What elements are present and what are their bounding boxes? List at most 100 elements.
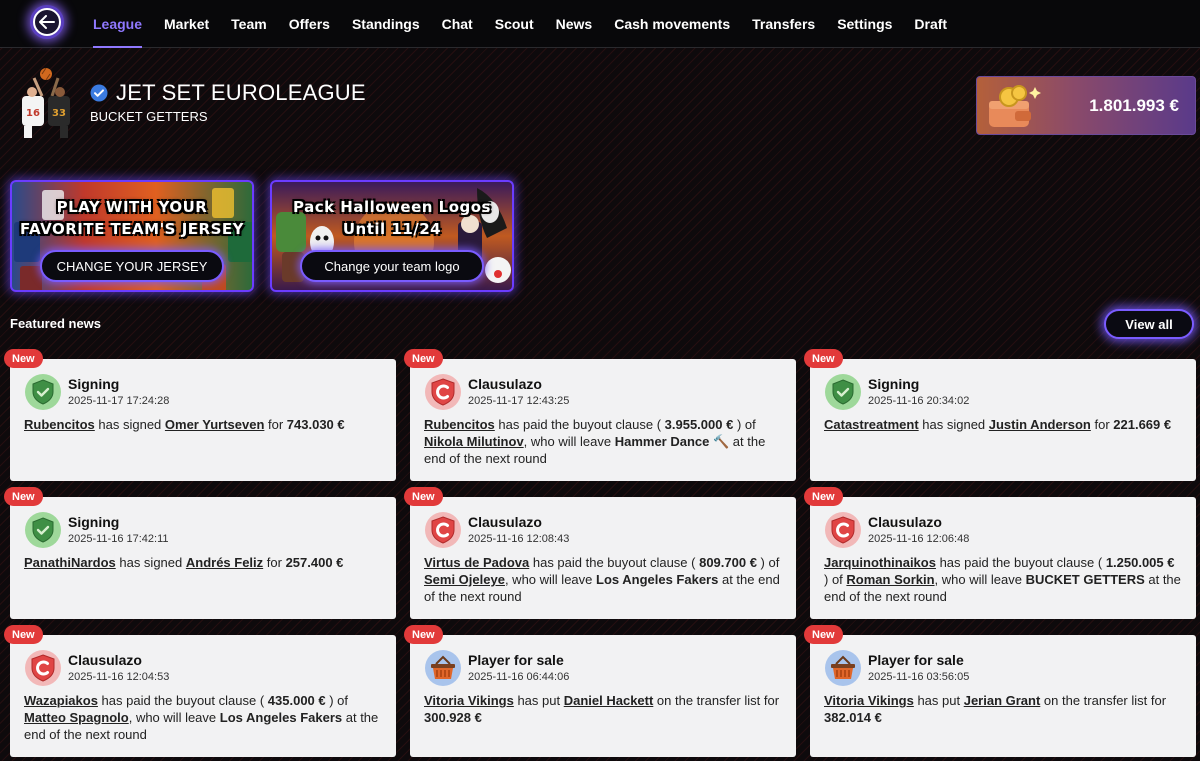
tab-settings[interactable]: Settings xyxy=(826,0,903,48)
shield-check-icon xyxy=(24,373,62,411)
basket-icon xyxy=(824,649,862,687)
news-body: Virtus de Padova has paid the buyout cla… xyxy=(424,554,782,605)
news-timestamp: 2025-11-16 12:08:43 xyxy=(468,533,570,545)
news-text: has paid the buyout clause ( xyxy=(529,555,700,570)
news-highlight: Hammer Dance 🔨 xyxy=(614,434,730,449)
news-type: Signing xyxy=(868,376,920,392)
news-body: Catastreatment has signed Justin Anderso… xyxy=(824,416,1182,433)
tab-team[interactable]: Team xyxy=(220,0,278,48)
news-link[interactable]: Semi Ojeleye xyxy=(424,572,505,587)
verified-icon xyxy=(90,84,108,102)
news-timestamp: 2025-11-17 12:43:25 xyxy=(468,395,570,407)
change-jersey-button[interactable]: CHANGE YOUR JERSEY xyxy=(40,250,224,282)
new-badge: New xyxy=(804,625,843,644)
news-link[interactable]: Vitoria Vikings xyxy=(824,693,914,708)
svg-text:16: 16 xyxy=(26,108,40,119)
tab-transfers[interactable]: Transfers xyxy=(741,0,826,48)
news-type: Signing xyxy=(68,376,120,392)
news-text: has signed xyxy=(115,555,186,570)
change-logo-button[interactable]: Change your team logo xyxy=(300,250,484,282)
balance-card[interactable]: 1.801.993 € xyxy=(976,76,1196,135)
news-text: has signed xyxy=(918,417,989,432)
tab-news[interactable]: News xyxy=(545,0,604,48)
tab-league[interactable]: League xyxy=(82,0,153,48)
tab-cash-movements[interactable]: Cash movements xyxy=(603,0,741,48)
news-highlight: 1.250.005 € xyxy=(1105,555,1175,570)
tab-offers[interactable]: Offers xyxy=(278,0,341,48)
news-type: Clausulazo xyxy=(468,376,542,392)
news-type: Player for sale xyxy=(868,652,964,668)
league-title-row: JET SET EUROLEAGUE xyxy=(90,80,366,106)
news-link[interactable]: Roman Sorkin xyxy=(846,572,934,587)
team-name: BUCKET GETTERS xyxy=(90,109,208,124)
news-card[interactable]: New Clausulazo 2025-11-17 12:43:25 Rubencit… xyxy=(404,349,796,481)
news-link[interactable]: Jerian Grant xyxy=(964,693,1041,708)
league-title: JET SET EUROLEAGUE xyxy=(116,80,366,105)
news-link[interactable]: Daniel Hackett xyxy=(564,693,654,708)
news-card[interactable]: New Signing 2025-11-16 20:34:02 Catastreatm… xyxy=(804,349,1196,481)
new-badge: New xyxy=(4,349,43,368)
news-card[interactable]: New Clausulazo 2025-11-16 12:06:48 Jarquino… xyxy=(804,487,1196,619)
news-card[interactable]: New Clausulazo 2025-11-16 12:08:43 Virtus d… xyxy=(404,487,796,619)
tab-draft[interactable]: Draft xyxy=(903,0,958,48)
tab-standings[interactable]: Standings xyxy=(341,0,431,48)
new-badge: New xyxy=(404,625,443,644)
news-card[interactable]: New Player for sale 2025-11-16 06:44:06 Vit… xyxy=(404,625,796,757)
news-link[interactable]: Virtus de Padova xyxy=(424,555,529,570)
featured-news-heading: Featured news xyxy=(10,316,102,331)
news-text: has paid the buyout clause ( xyxy=(935,555,1106,570)
news-text: , who will leave xyxy=(504,572,596,587)
new-badge: New xyxy=(804,349,843,368)
news-body: Jarquinothinaikos has paid the buyout cl… xyxy=(824,554,1182,605)
jersey-banner-title: PLAY WITH YOUR FAVORITE TEAM'S JERSEY xyxy=(20,198,244,238)
news-card[interactable]: New Player for sale 2025-11-16 03:56:05 Vit… xyxy=(804,625,1196,757)
news-link[interactable]: Rubencitos xyxy=(424,417,495,432)
news-type: Signing xyxy=(68,514,120,530)
top-nav: League Market Team Offers Standings Chat Scout… xyxy=(0,0,1200,48)
tab-chat[interactable]: Chat xyxy=(431,0,484,48)
news-link[interactable]: PanathiNardos xyxy=(24,555,116,570)
tab-market[interactable]: Market xyxy=(153,0,220,48)
jersey-banner[interactable]: PLAY WITH YOUR FAVORITE TEAM'S JERSEY CH… xyxy=(10,180,254,292)
news-highlight: 221.669 € xyxy=(1113,417,1172,432)
news-card[interactable]: New Clausulazo 2025-11-16 12:04:53 Wazapiak… xyxy=(4,625,396,757)
clause-shield-icon xyxy=(824,511,862,549)
news-highlight: BUCKET GETTERS xyxy=(1025,572,1145,587)
news-body: Rubencitos has paid the buyout clause ( … xyxy=(424,416,782,467)
news-link[interactable]: Wazapiakos xyxy=(24,693,98,708)
halloween-banner[interactable]: Pack Halloween Logos Until 11/24 Change … xyxy=(270,180,514,292)
news-text: has put xyxy=(513,693,564,708)
wallet-icon xyxy=(985,83,1043,131)
news-body: Vitoria Vikings has put Jerian Grant on … xyxy=(824,692,1182,726)
news-text: , who will leave xyxy=(128,710,220,725)
news-link[interactable]: Jarquinothinaikos xyxy=(824,555,936,570)
arrow-left-icon xyxy=(33,8,61,36)
news-link[interactable]: Andrés Feliz xyxy=(186,555,263,570)
svg-text:33: 33 xyxy=(52,108,66,119)
news-highlight: Los Angeles Fakers xyxy=(219,710,343,725)
news-text: has paid the buyout clause ( xyxy=(494,417,665,432)
news-type: Clausulazo xyxy=(468,514,542,530)
news-timestamp: 2025-11-17 17:24:28 xyxy=(68,395,170,407)
news-link[interactable]: Catastreatment xyxy=(824,417,919,432)
news-timestamp: 2025-11-16 20:34:02 xyxy=(868,395,970,407)
tab-scout[interactable]: Scout xyxy=(484,0,545,48)
news-type: Clausulazo xyxy=(68,652,142,668)
clause-shield-icon xyxy=(424,511,462,549)
news-link[interactable]: Vitoria Vikings xyxy=(424,693,514,708)
news-body: Wazapiakos has paid the buyout clause ( … xyxy=(24,692,382,743)
news-link[interactable]: Omer Yurtseven xyxy=(165,417,264,432)
news-card[interactable]: New Signing 2025-11-16 17:42:11 PanathiNard… xyxy=(4,487,396,619)
news-highlight: 3.955.000 € xyxy=(664,417,734,432)
back-button[interactable] xyxy=(30,5,64,39)
news-timestamp: 2025-11-16 17:42:11 xyxy=(68,533,169,545)
news-link[interactable]: Rubencitos xyxy=(24,417,95,432)
shield-check-icon xyxy=(824,373,862,411)
news-link[interactable]: Nikola Milutinov xyxy=(424,434,524,449)
news-text: ) of xyxy=(824,572,847,587)
view-all-button[interactable]: View all xyxy=(1104,309,1194,339)
news-text: ) of xyxy=(756,555,780,570)
news-link[interactable]: Justin Anderson xyxy=(989,417,1091,432)
news-card[interactable]: New Signing 2025-11-17 17:24:28 Rubencitos … xyxy=(4,349,396,481)
news-link[interactable]: Matteo Spagnolo xyxy=(24,710,129,725)
